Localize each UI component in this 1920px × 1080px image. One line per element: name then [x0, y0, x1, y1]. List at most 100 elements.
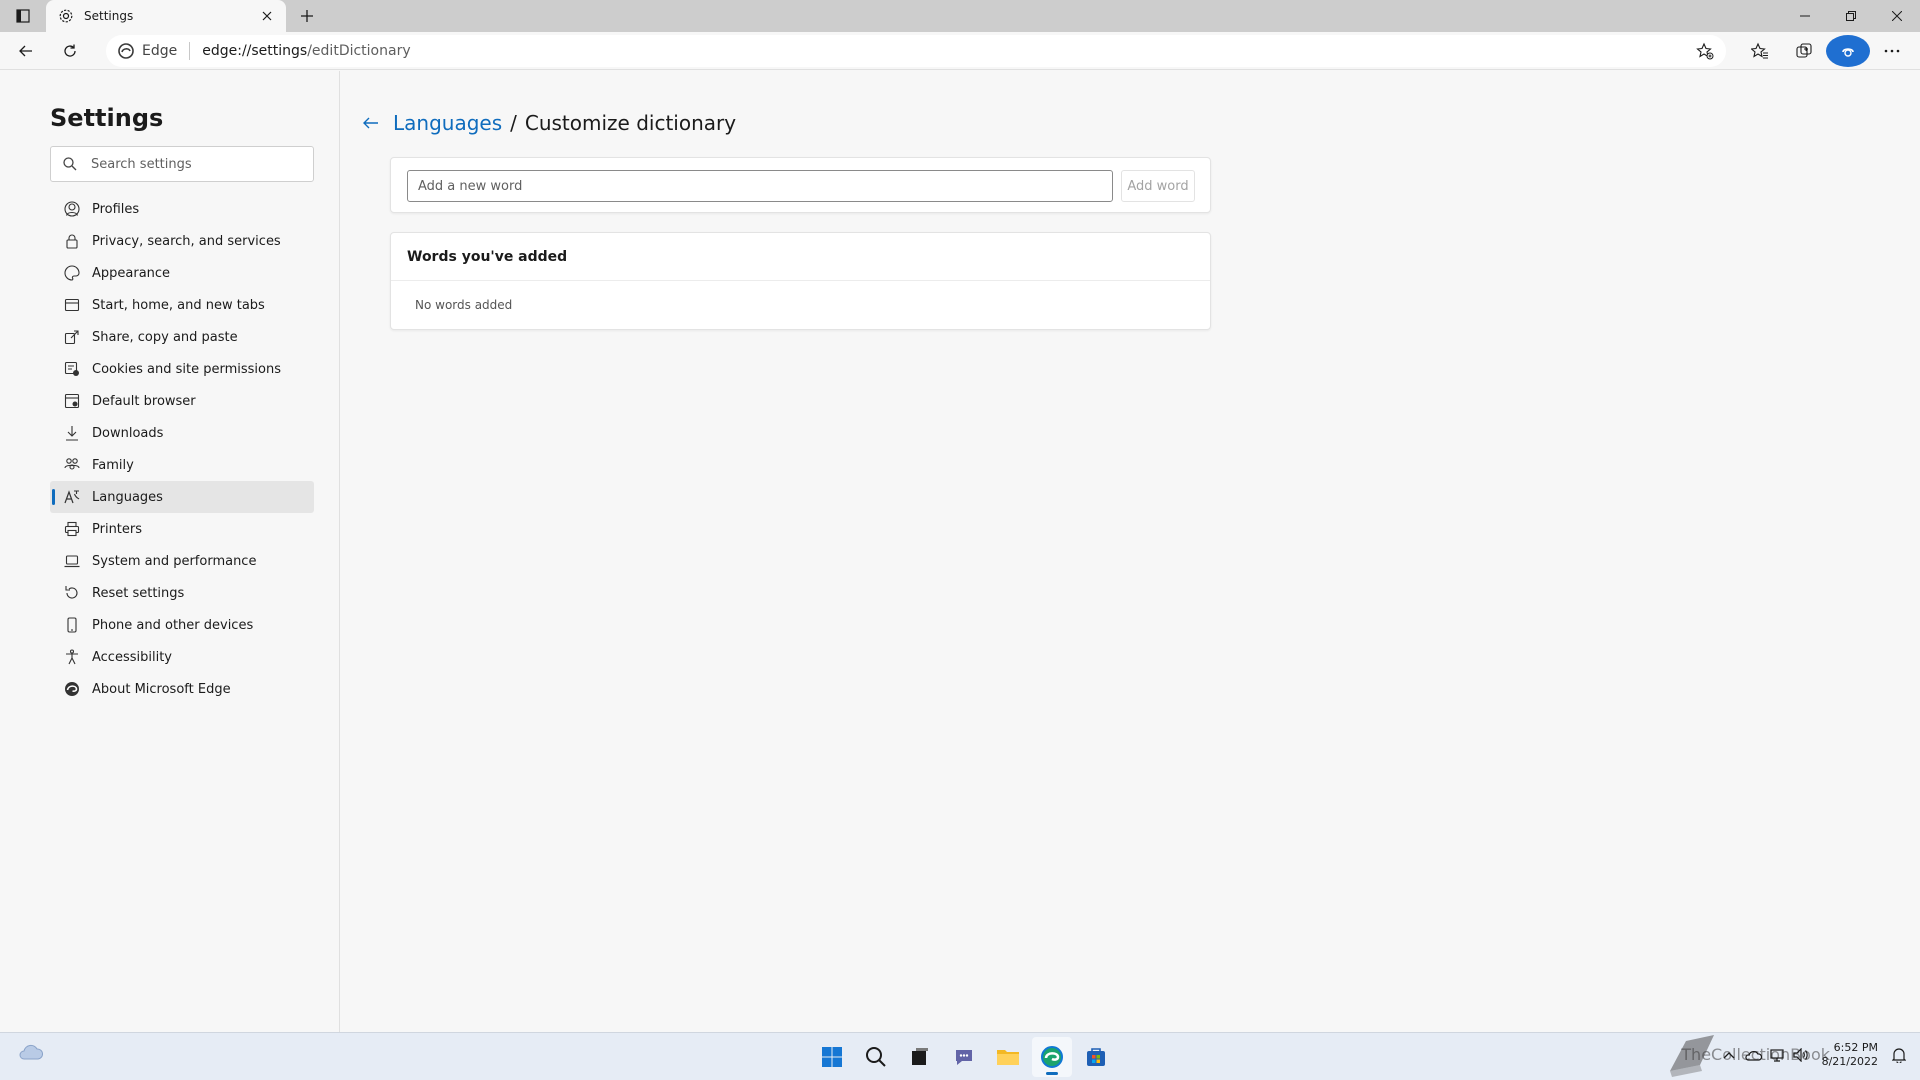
- add-word-input[interactable]: [407, 170, 1113, 202]
- tab-actions-icon: [16, 9, 30, 23]
- weather-widget[interactable]: [18, 1043, 44, 1065]
- star-add-icon: [1696, 42, 1714, 60]
- phone-icon: [64, 617, 80, 633]
- sidebar-item-share-copy-and-paste[interactable]: Share, copy and paste: [50, 321, 314, 353]
- sidebar-item-start-home-and-new-tabs[interactable]: Start, home, and new tabs: [50, 289, 314, 321]
- more-menu-button[interactable]: [1870, 35, 1914, 67]
- windows-logo-icon: [822, 1047, 842, 1067]
- task-view-button[interactable]: [900, 1037, 940, 1077]
- sidebar-item-default-browser[interactable]: Default browser: [50, 385, 314, 417]
- chat-icon: [956, 1050, 972, 1065]
- cloud-icon: [19, 1044, 44, 1060]
- start-button[interactable]: [812, 1037, 852, 1077]
- profile-button[interactable]: [1826, 35, 1870, 67]
- sidebar-item-label: Printers: [92, 521, 143, 537]
- sidebar-item-label: Privacy, search, and services: [92, 233, 281, 249]
- back-button[interactable]: [6, 35, 46, 67]
- sidebar-item-about-microsoft-edge[interactable]: About Microsoft Edge: [50, 673, 314, 705]
- sidebar-item-label: Downloads: [92, 425, 164, 441]
- address-bar[interactable]: Edge edge://settings/editDictionary: [106, 35, 1726, 67]
- page-title: Customize dictionary: [524, 111, 737, 135]
- favorites-button[interactable]: [1738, 35, 1782, 67]
- new-tab-button[interactable]: [290, 0, 324, 32]
- sidebar-item-label: Default browser: [92, 393, 196, 409]
- close-icon: [262, 11, 272, 21]
- family-icon: [64, 457, 80, 473]
- store-button[interactable]: [1076, 1037, 1116, 1077]
- tab-close-button[interactable]: [258, 7, 276, 25]
- clock[interactable]: 6:52 PM 8/21/2022: [1822, 1041, 1878, 1069]
- languages-icon: [64, 489, 80, 505]
- tab-strip: Settings: [0, 0, 1920, 32]
- browser-toolbar: Edge edge://settings/editDictionary: [0, 32, 1920, 70]
- edge-logo-icon: [1041, 1046, 1063, 1068]
- sidebar-title: Settings: [50, 104, 164, 132]
- refresh-icon: [64, 44, 76, 57]
- file-explorer-button[interactable]: [988, 1037, 1028, 1077]
- avatar: [1826, 35, 1870, 67]
- restore-icon: [1846, 11, 1856, 21]
- sidebar-item-languages[interactable]: Languages: [50, 481, 314, 513]
- main-content: Languages / Customize dictionary Add wor…: [341, 71, 1920, 1032]
- avatar-icon: [1842, 48, 1854, 57]
- sidebar-item-label: Cookies and site permissions: [92, 361, 281, 377]
- sidebar-item-system-and-performance[interactable]: System and performance: [50, 545, 314, 577]
- tab-title: Settings: [84, 9, 134, 23]
- search-box[interactable]: [50, 146, 314, 182]
- refresh-button[interactable]: [50, 35, 90, 67]
- tab-settings[interactable]: Settings: [46, 0, 286, 32]
- url-path: /editDictionary: [307, 43, 411, 59]
- collections-icon: [1796, 43, 1812, 58]
- clock-time: 6:52 PM: [1833, 1041, 1878, 1054]
- volume-button[interactable]: [1790, 1044, 1812, 1066]
- sidebar-item-label: Share, copy and paste: [92, 329, 238, 345]
- arrow-left-icon: [363, 117, 378, 129]
- onedrive-cloud-icon: [1744, 1051, 1762, 1061]
- network-button[interactable]: [1766, 1044, 1788, 1066]
- notifications-button[interactable]: [1888, 1044, 1910, 1066]
- show-hidden-icons-button[interactable]: [1718, 1044, 1740, 1066]
- add-favorite-button[interactable]: [1696, 42, 1714, 64]
- taskbar-search-button[interactable]: [856, 1037, 896, 1077]
- sidebar-item-label: Accessibility: [92, 649, 172, 665]
- sidebar-item-label: Profiles: [92, 201, 140, 217]
- sidebar-item-phone-and-other-devices[interactable]: Phone and other devices: [50, 609, 314, 641]
- sidebar-item-printers[interactable]: Printers: [50, 513, 314, 545]
- added-words-card: Words you've added No words added: [390, 232, 1211, 330]
- collections-button[interactable]: [1782, 35, 1826, 67]
- sidebar-item-family[interactable]: Family: [50, 449, 314, 481]
- add-word-button[interactable]: Add word: [1121, 170, 1195, 202]
- restore-button[interactable]: [1828, 0, 1874, 32]
- sidebar-item-appearance[interactable]: Appearance: [50, 257, 314, 289]
- network-icon: [1769, 1049, 1784, 1062]
- site-label: Edge: [142, 43, 178, 59]
- minimize-button[interactable]: [1782, 0, 1828, 32]
- edge-taskbar-button[interactable]: [1032, 1037, 1072, 1077]
- sidebar-item-accessibility[interactable]: Accessibility: [50, 641, 314, 673]
- search-input[interactable]: [91, 156, 291, 172]
- search-icon: [63, 157, 77, 171]
- sidebar-item-label: System and performance: [92, 553, 257, 569]
- tab-actions-button[interactable]: [0, 0, 46, 32]
- sidebar-item-profiles[interactable]: Profiles: [50, 193, 314, 225]
- download-icon: [64, 425, 80, 441]
- edge-icon: [64, 681, 80, 697]
- breadcrumb-languages-link[interactable]: Languages: [393, 111, 502, 135]
- sidebar-item-privacy-search-and-services[interactable]: Privacy, search, and services: [50, 225, 314, 257]
- sidebar-item-cookies-and-site-permissions[interactable]: Cookies and site permissions: [50, 353, 314, 385]
- sidebar-item-downloads[interactable]: Downloads: [50, 417, 314, 449]
- sidebar-item-reset-settings[interactable]: Reset settings: [50, 577, 314, 609]
- favorites-icon: [1751, 42, 1768, 59]
- back-to-languages-button[interactable]: [359, 111, 383, 135]
- sidebar-item-label: Start, home, and new tabs: [92, 297, 265, 313]
- lock-icon: [64, 233, 80, 249]
- url-host: edge://settings: [202, 43, 308, 59]
- words-empty-state: No words added: [415, 298, 513, 312]
- site-info[interactable]: Edge: [118, 43, 177, 59]
- url-text[interactable]: edge://settings/editDictionary: [202, 43, 410, 59]
- close-window-button[interactable]: [1874, 0, 1920, 32]
- bell-icon: [1892, 1048, 1906, 1063]
- onedrive-button[interactable]: [1742, 1044, 1764, 1066]
- teams-chat-button[interactable]: [944, 1037, 984, 1077]
- plus-icon: [301, 10, 313, 22]
